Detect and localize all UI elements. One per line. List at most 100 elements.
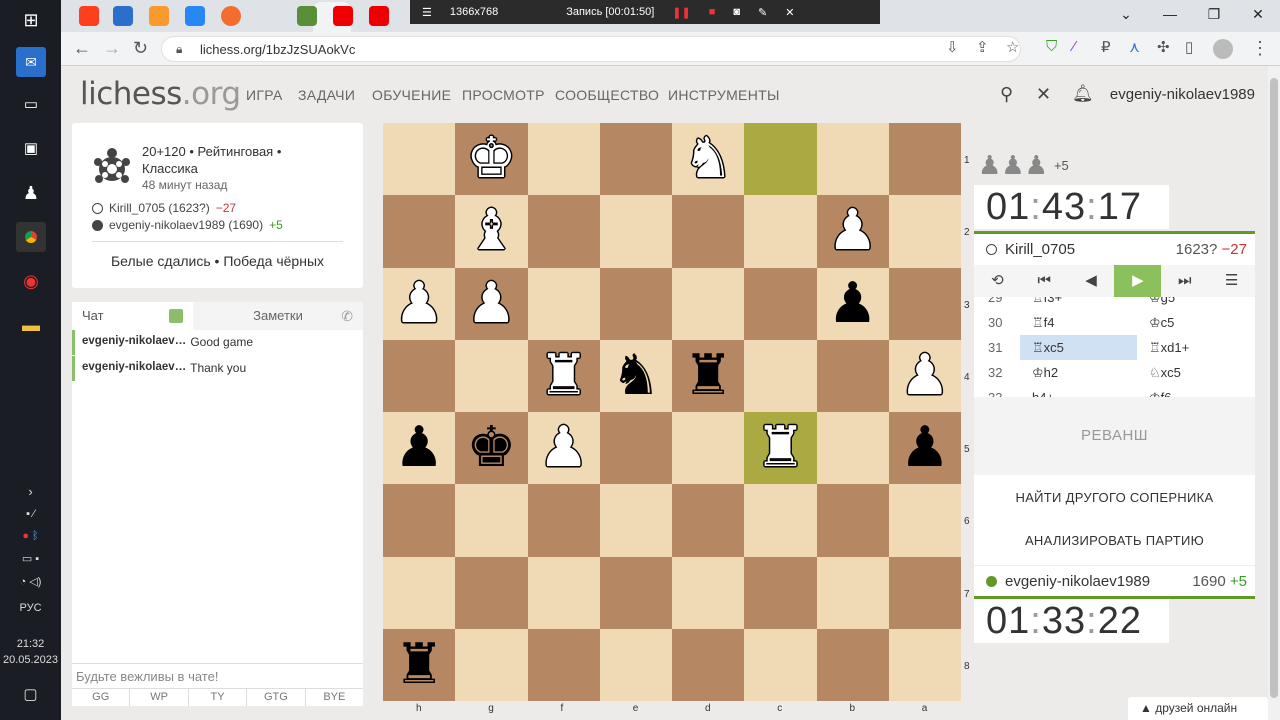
black-move[interactable]: ♖xd1+ bbox=[1137, 335, 1254, 360]
menu-watch[interactable]: ПРОСМОТР bbox=[462, 87, 545, 103]
chess-piece[interactable]: ♟ bbox=[394, 275, 444, 332]
tray-language[interactable]: РУС bbox=[0, 602, 61, 614]
extension-icon-3[interactable]: ⋏ bbox=[1129, 38, 1140, 56]
analyse-game-button[interactable]: АНАЛИЗИРОВАТЬ ПАРТИЮ bbox=[974, 533, 1255, 548]
board-square[interactable] bbox=[527, 195, 600, 268]
board-square[interactable] bbox=[672, 484, 745, 557]
board-square[interactable] bbox=[455, 556, 528, 629]
board-square[interactable]: ♟ bbox=[527, 412, 600, 485]
black-move[interactable]: ♘xc5 bbox=[1137, 360, 1254, 385]
board-square[interactable] bbox=[888, 123, 961, 196]
board-square[interactable] bbox=[816, 556, 889, 629]
chess-piece[interactable]: ♞ bbox=[611, 347, 661, 404]
new-opponent-button[interactable]: НАЙТИ ДРУГОГО СОПЕРНИКА bbox=[974, 490, 1255, 505]
share-icon[interactable]: ⇪ bbox=[976, 38, 989, 56]
forward-icon[interactable]: → bbox=[103, 38, 121, 59]
board-square[interactable] bbox=[383, 195, 456, 268]
white-move[interactable]: ♖f3+ bbox=[1020, 297, 1137, 310]
outlook-icon[interactable]: ✉ bbox=[16, 47, 46, 77]
chat-input[interactable]: Будьте вежливы в чате! bbox=[72, 663, 363, 688]
windows-start-icon[interactable]: ⊞ bbox=[16, 5, 46, 35]
chess-piece[interactable]: ♟ bbox=[828, 203, 878, 259]
board-square[interactable] bbox=[816, 484, 889, 557]
chess-piece[interactable]: ♟ bbox=[539, 420, 589, 476]
board-square[interactable] bbox=[599, 484, 672, 557]
close-window-icon[interactable]: ✕ bbox=[1236, 0, 1280, 30]
board-square[interactable] bbox=[527, 556, 600, 629]
board-square[interactable] bbox=[744, 123, 817, 196]
board-square[interactable]: ♜ bbox=[383, 628, 456, 701]
chrome-icon[interactable] bbox=[16, 222, 46, 252]
board-square[interactable] bbox=[383, 339, 456, 412]
board-square[interactable] bbox=[527, 267, 600, 340]
extension-icon-1[interactable]: ⁄ bbox=[1073, 38, 1076, 55]
notification-bell-icon[interactable]: 🔔︎ bbox=[1072, 84, 1094, 104]
board-square[interactable]: ♜ bbox=[744, 412, 817, 485]
next-move-icon[interactable]: ▶ bbox=[1114, 265, 1162, 297]
board-square[interactable] bbox=[744, 484, 817, 557]
board-square[interactable] bbox=[455, 628, 528, 701]
chat-message-user[interactable]: evgeniy-nikolaev1989 bbox=[82, 361, 187, 373]
preset-wp[interactable]: WP bbox=[130, 689, 189, 706]
voice-chat-icon[interactable]: ✆ bbox=[341, 308, 353, 325]
challenge-icon[interactable]: ✕ bbox=[1036, 84, 1051, 105]
first-move-icon[interactable]: ⏮ bbox=[1021, 265, 1068, 297]
scrollbar-thumb[interactable] bbox=[1270, 78, 1278, 698]
tab-chess-icon[interactable] bbox=[297, 6, 317, 26]
black-player-link[interactable]: evgeniy-nikolaev1989 (1690) bbox=[109, 218, 263, 232]
profile-avatar[interactable] bbox=[1213, 39, 1233, 59]
board-square[interactable] bbox=[816, 339, 889, 412]
board-square[interactable] bbox=[672, 195, 745, 268]
lichess-logo[interactable]: lichess.org bbox=[80, 76, 241, 112]
sidebar-icon[interactable]: ▯ bbox=[1185, 38, 1193, 56]
board-square[interactable] bbox=[672, 412, 745, 485]
board-square[interactable] bbox=[744, 628, 817, 701]
board-square[interactable] bbox=[744, 267, 817, 340]
preset-ty[interactable]: TY bbox=[189, 689, 248, 706]
board-square[interactable] bbox=[599, 628, 672, 701]
recorder-close-icon[interactable]: ✕ bbox=[785, 6, 794, 19]
board-square[interactable] bbox=[888, 195, 961, 268]
recorder-pen-icon[interactable]: ✎ bbox=[758, 6, 767, 19]
board-square[interactable] bbox=[888, 267, 961, 340]
user-menu[interactable]: evgeniy-nikolaev1989 bbox=[1110, 86, 1255, 103]
board-square[interactable] bbox=[599, 556, 672, 629]
board-square[interactable] bbox=[455, 484, 528, 557]
board-square[interactable]: ♝ bbox=[455, 195, 528, 268]
board-square[interactable] bbox=[744, 339, 817, 412]
board-square[interactable]: ♞ bbox=[672, 123, 745, 196]
board-square[interactable]: ♞ bbox=[599, 339, 672, 412]
chat-toggle[interactable] bbox=[169, 309, 183, 323]
board-square[interactable] bbox=[527, 484, 600, 557]
url-field[interactable]: 🔒︎ lichess.org/1bzJzSUAokVc bbox=[161, 36, 1021, 62]
menu-play[interactable]: ИГРА bbox=[246, 87, 283, 103]
board-square[interactable] bbox=[455, 339, 528, 412]
menu-community[interactable]: СООБЩЕСТВО bbox=[555, 87, 659, 103]
search-icon[interactable]: ⚲ bbox=[1000, 84, 1013, 105]
white-move[interactable]: h4+ bbox=[1020, 385, 1137, 397]
tab-ok-icon[interactable] bbox=[149, 6, 169, 26]
board-square[interactable] bbox=[383, 484, 456, 557]
recorder-stop-icon[interactable]: ■ bbox=[709, 6, 716, 18]
board-square[interactable]: ♜ bbox=[672, 339, 745, 412]
board-square[interactable] bbox=[888, 556, 961, 629]
recorder-camera-icon[interactable]: ◙ bbox=[733, 6, 740, 18]
terminal-icon[interactable]: ▭ bbox=[16, 89, 46, 119]
photo-icon[interactable]: ▣ bbox=[16, 133, 46, 163]
tab-youtube-icon[interactable] bbox=[333, 6, 353, 26]
board-square[interactable] bbox=[599, 123, 672, 196]
move-list[interactable]: 29 ♖f3+ ♔g5 30 ♖f4 ♔c5 31 ♖xc5 ♖xd1+ 32 … bbox=[974, 297, 1255, 397]
board-square[interactable]: ♟ bbox=[816, 195, 889, 268]
board-square[interactable] bbox=[816, 628, 889, 701]
chess-piece[interactable]: ♟ bbox=[828, 275, 878, 332]
tab-chat[interactable]: Чат bbox=[72, 302, 193, 330]
tab-vk-icon[interactable] bbox=[185, 6, 205, 26]
board-square[interactable]: ♟ bbox=[888, 339, 961, 412]
board-square[interactable] bbox=[383, 556, 456, 629]
chess-piece[interactable]: ♟ bbox=[900, 347, 950, 404]
extension-icon-2[interactable]: ₽ bbox=[1101, 38, 1111, 56]
board-square[interactable] bbox=[599, 195, 672, 268]
board-square[interactable] bbox=[816, 123, 889, 196]
tab-youtube-icon-2[interactable] bbox=[369, 6, 389, 26]
flip-board-icon[interactable]: ⟲ bbox=[974, 265, 1021, 297]
